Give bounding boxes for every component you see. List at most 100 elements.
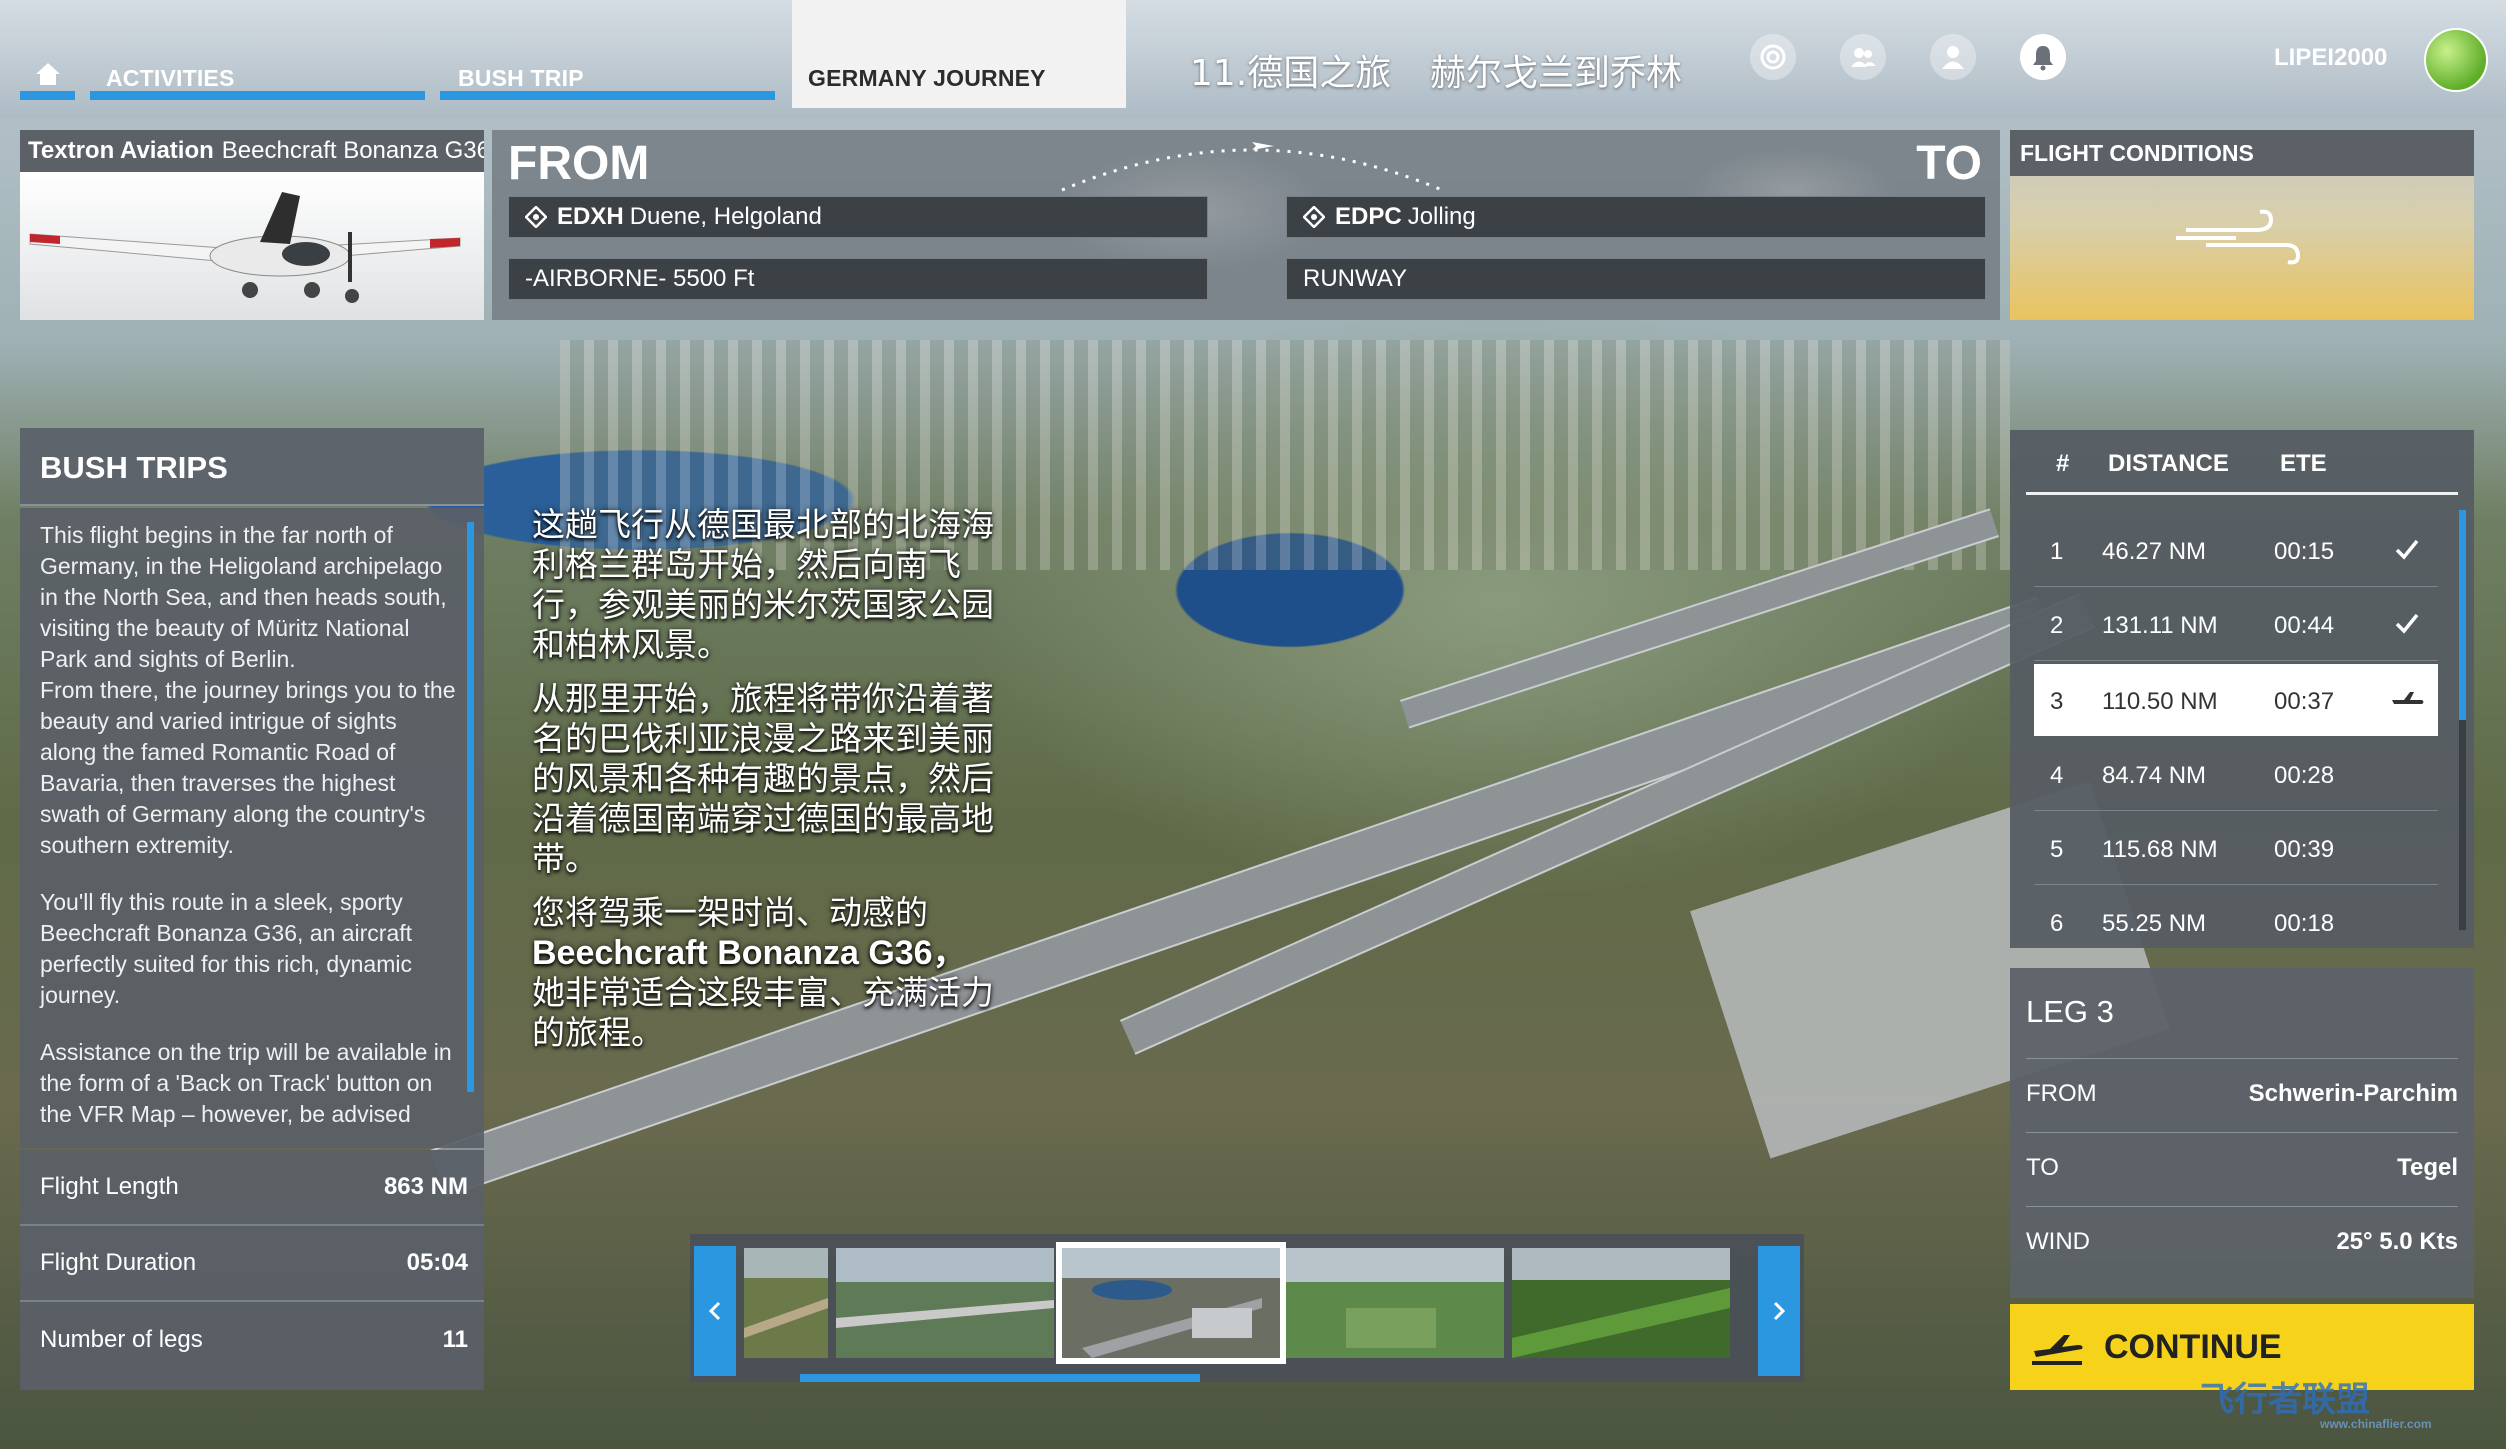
leg-to-label: TO (2026, 1154, 2059, 1181)
stat-value: 11 (442, 1326, 468, 1353)
departure-airport-field[interactable]: EDXH Duene, Helgoland (508, 196, 1208, 238)
notifications-icon[interactable] (2020, 34, 2066, 80)
to-label: TO (1916, 137, 1982, 190)
airplane-icon (2392, 692, 2424, 704)
tab-bush-trip[interactable]: BUSH TRIP (440, 0, 775, 108)
scrollbar-thumb[interactable] (2459, 510, 2466, 720)
aircraft-caption: Textron Aviation Beechcraft Bonanza G36 (20, 130, 484, 172)
arrival-icao: EDPC (1335, 203, 1402, 230)
from-label: FROM (508, 137, 650, 190)
aircraft-card[interactable]: Textron Aviation Beechcraft Bonanza G36 (20, 130, 484, 320)
avatar[interactable] (2424, 28, 2488, 92)
tab-activities[interactable]: ACTIVITIES (90, 0, 425, 108)
aircraft-model: Beechcraft Bonanza G36 (221, 137, 484, 164)
legs-table-header: # DISTANCE ETE (2026, 430, 2458, 495)
bush-trips-panel: BUSH TRIPS This flight begins in the far… (20, 428, 484, 1390)
description-paragraph: You'll fly this route in a sleek, sporty… (40, 889, 413, 1008)
carousel-thumbnail[interactable] (744, 1248, 828, 1358)
flight-conditions-card[interactable]: FLIGHT CONDITIONS (2010, 130, 2474, 320)
leg-row[interactable]: 1 46.27 NM 00:15 (2034, 514, 2438, 587)
leg-row[interactable]: 4 84.74 NM 00:28 (2034, 738, 2438, 811)
description-scrollbar[interactable] (467, 522, 474, 1092)
home-icon (35, 63, 60, 85)
arrival-start-field[interactable]: RUNWAY (1286, 258, 1986, 300)
aircraft-maker: Textron Aviation (28, 137, 214, 164)
profile-icon[interactable] (1930, 34, 1976, 80)
stat-label: Flight Duration (40, 1249, 197, 1276)
leg-row[interactable]: 5 115.68 NM 00:39 (2034, 812, 2438, 885)
leg-from-row: FROM Schwerin-Parchim (2026, 1080, 2458, 1120)
location-pin-icon (1303, 206, 1325, 228)
carousel-thumbnail-selected[interactable] (1056, 1242, 1286, 1364)
leg-wind-row: WIND 25° 5.0 Kts (2026, 1228, 2458, 1268)
stat-value: 05:04 (406, 1249, 468, 1276)
carousel-thumbnail[interactable] (1286, 1248, 1504, 1358)
checkmark-icon (2395, 539, 2419, 560)
description-paragraph: This flight begins in the far north of G… (40, 522, 447, 672)
trip-description[interactable]: This flight begins in the far north of G… (20, 508, 484, 1148)
leg-row[interactable]: 2 131.11 NM 00:44 (2034, 588, 2438, 661)
username[interactable]: LIPEI2000 (2274, 44, 2387, 72)
arrival-start: RUNWAY (1303, 265, 1407, 292)
leg-number: 2 (2050, 612, 2064, 639)
activity-feed-icon[interactable] (1750, 34, 1796, 80)
translation-aircraft-name: Beechcraft Bonanza G36， (532, 934, 967, 972)
tab-germany-journey[interactable]: GERMANY JOURNEY (792, 0, 1126, 108)
column-header: DISTANCE (2108, 450, 2229, 477)
departure-start: -AIRBORNE- 5500 Ft (525, 265, 755, 292)
leg-number: 4 (2050, 762, 2064, 789)
leg-distance: 46.27 NM (2102, 538, 2207, 565)
carousel-thumbnail[interactable] (836, 1248, 1054, 1358)
leg-row[interactable]: 6 55.25 NM 00:18 (2034, 886, 2438, 948)
bush-trips-title: BUSH TRIPS (20, 428, 484, 506)
leg-ete: 00:18 (2274, 910, 2335, 937)
carousel-prev-button[interactable] (694, 1246, 736, 1376)
leg-to-row: TO Tegel (2026, 1154, 2458, 1194)
chinese-translation-overlay: 这趟飞行从德国最北部的北海海利格兰群岛开始，然后向南飞行，参观美丽的米尔茨国家公… (532, 505, 1002, 1067)
leg-from-label: FROM (2026, 1080, 2097, 1107)
translation-paragraph: 您将驾乘一架时尚、动感的 Beechcraft Bonanza G36， 她非常… (532, 893, 1002, 1053)
watermark: 飞行者联盟 www.chinaflier.com (2200, 1372, 2432, 1431)
departure-icao: EDXH (557, 203, 624, 230)
stat-number-of-legs: Number of legs 11 (20, 1302, 484, 1378)
departure-name: Duene, Helgoland (629, 203, 822, 230)
leg-row-current[interactable]: 3 110.50 NM 00:37 (2034, 664, 2438, 736)
arrival-airport-field[interactable]: EDPC Jolling (1286, 196, 1986, 238)
top-bar: ACTIVITIES BUSH TRIP GERMANY JOURNEY 11.… (0, 0, 2506, 118)
leg-title: LEG 3 (2026, 994, 2114, 1029)
leg-ete: 00:28 (2274, 762, 2335, 789)
leg-number: 5 (2050, 836, 2064, 863)
stat-flight-length: Flight Length 863 NM (20, 1150, 484, 1226)
leg-number: 1 (2050, 538, 2064, 565)
leg-distance: 84.74 NM (2102, 762, 2207, 789)
legs-scrollbar[interactable] (2459, 510, 2466, 930)
screenshot-carousel (690, 1234, 1804, 1382)
legs-table: # DISTANCE ETE 1 46.27 NM 00:15 2 131.11… (2010, 430, 2474, 948)
continue-label: CONTINUE (2104, 1327, 2282, 1366)
leg-number: 6 (2050, 910, 2064, 937)
aircraft-image (20, 172, 484, 320)
leg-details: LEG 3 FROM Schwerin-Parchim TO Tegel WIN… (2010, 968, 2474, 1298)
departure-start-field[interactable]: -AIRBORNE- 5500 Ft (508, 258, 1208, 300)
takeoff-icon (2032, 1335, 2083, 1365)
translation-text: 她非常适合这段丰富、充满活力的旅程。 (532, 973, 994, 1052)
carousel-thumbnail[interactable] (1512, 1248, 1730, 1358)
tab-label: ACTIVITIES (106, 65, 235, 91)
carousel-progress-bar (800, 1374, 1200, 1382)
leg-distance: 115.68 NM (2102, 836, 2218, 863)
stat-flight-duration: Flight Duration 05:04 (20, 1226, 484, 1302)
leg-ete: 00:37 (2274, 688, 2335, 715)
translation-paragraph: 这趟飞行从德国最北部的北海海利格兰群岛开始，然后向南飞行，参观美丽的米尔茨国家公… (532, 505, 994, 664)
translation-text: 您将驾乘一架时尚、动感的 (532, 893, 928, 932)
leg-distance: 110.50 NM (2102, 688, 2218, 715)
translation-paragraph: 从那里开始，旅程将带你沿着著名的巴伐利亚浪漫之路来到美丽的风景和各种有趣的景点，… (532, 679, 994, 878)
carousel-next-button[interactable] (1758, 1246, 1800, 1376)
column-header: ETE (2280, 450, 2327, 477)
leg-number: 3 (2050, 688, 2064, 715)
leg-ete: 00:39 (2274, 836, 2335, 863)
leg-wind-value: 25° 5.0 Kts (2336, 1228, 2458, 1255)
home-tab[interactable] (20, 0, 75, 108)
friends-icon[interactable] (1840, 34, 1886, 80)
chevron-right-icon (1773, 1301, 1786, 1321)
arrival-name: Jolling (1407, 203, 1476, 230)
